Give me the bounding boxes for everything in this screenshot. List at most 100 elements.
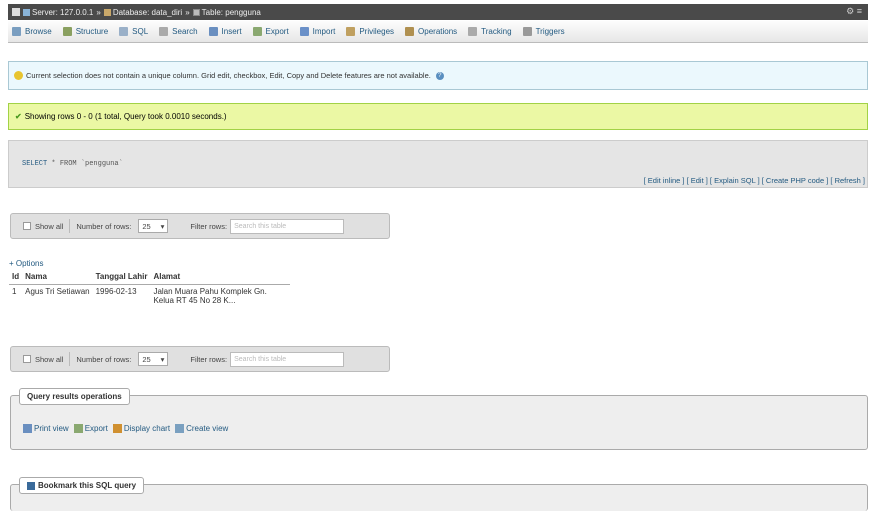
filter-input[interactable]: Search this table <box>230 351 345 367</box>
display-chart-link[interactable]: Display chart <box>112 424 171 433</box>
create-view-link[interactable]: Create view <box>175 424 228 433</box>
collapse-icon[interactable] <box>12 8 20 16</box>
filter-input[interactable]: Search this table <box>230 218 345 234</box>
filter-label: Filter rows: <box>190 221 228 231</box>
help-icon[interactable]: ? <box>435 71 444 80</box>
table-cell: 1996-02-13 <box>95 286 137 296</box>
chevron-down-icon: ▾ <box>160 354 165 364</box>
tab-operations[interactable]: Operations <box>405 27 457 36</box>
structure-icon <box>62 27 72 36</box>
server-icon <box>23 8 30 16</box>
results-table: Id Nama Tanggal Lahir Alamat 1 Agus Tri Seti… <box>9 270 291 307</box>
op-label: Export <box>84 424 108 433</box>
tab-browse[interactable]: Browse <box>12 27 52 36</box>
sql-icon <box>119 27 129 36</box>
print-icon <box>23 424 32 433</box>
notice-text: Current selection does not contain a uni… <box>26 71 431 80</box>
tab-label: Operations <box>418 27 458 36</box>
search-icon <box>159 27 169 36</box>
rows-label: Number of rows: <box>76 221 132 231</box>
column-header[interactable]: Tanggal Lahir <box>92 270 151 285</box>
breadcrumb-table[interactable]: Table: pengguna <box>202 8 261 17</box>
browse-icon <box>12 27 21 36</box>
rows-value: 25 <box>142 354 151 364</box>
rows-select[interactable]: 25 ▾ <box>138 219 169 233</box>
breadcrumb-database[interactable]: Database: data_diri <box>113 8 182 17</box>
success-text: Showing rows 0 - 0 (1 total, Query took … <box>24 112 227 121</box>
tab-label: Browse <box>25 27 52 36</box>
rows-label: Number of rows: <box>76 354 132 364</box>
export-icon <box>73 424 83 433</box>
table-cell: Jalan Muara Pahu Komplek Gn. Kelua RT 45… <box>153 286 267 305</box>
table-cell: Agus Tri Setiawan <box>25 286 90 296</box>
sql-query-box: SELECT * FROM `pengguna` [ Edit inline ]… <box>8 140 868 188</box>
tab-insert[interactable]: Insert <box>208 27 242 36</box>
print-view-link[interactable]: Print view <box>23 424 69 433</box>
column-header[interactable]: Id <box>9 270 23 285</box>
show-all-label: Show all <box>35 221 64 231</box>
export-link[interactable]: Export <box>73 424 108 433</box>
tab-label: Search <box>172 27 198 36</box>
success-check-icon: ✔ <box>15 112 22 121</box>
tab-label: Import <box>312 27 336 36</box>
table-cell: 1 <box>12 286 17 296</box>
divider <box>69 352 71 366</box>
insert-icon <box>208 27 218 36</box>
rows-value: 25 <box>142 221 151 231</box>
table-icon <box>192 8 200 16</box>
sql-query-text[interactable]: SELECT * FROM `pengguna` <box>22 160 123 168</box>
show-all-checkbox[interactable] <box>23 355 31 363</box>
query-ops-legend: Query results operations <box>19 388 130 405</box>
tab-tracking[interactable]: Tracking <box>468 27 512 36</box>
navigation-bar-bottom: Show all Number of rows: 25 ▾ Filter rows… <box>10 346 390 372</box>
header-row: Id Nama Tanggal Lahir Alamat <box>9 270 291 285</box>
tab-label: Export <box>265 27 289 36</box>
op-label: Print view <box>34 424 69 433</box>
operations-icon <box>405 27 415 36</box>
bookmark-fieldset: Bookmark this SQL query <box>10 477 868 511</box>
import-icon <box>299 27 309 36</box>
privileges-icon <box>346 27 356 36</box>
notice-icon <box>14 71 23 80</box>
show-all-label: Show all <box>35 354 64 364</box>
view-icon <box>175 424 185 433</box>
navigation-bar-top: Show all Number of rows: 25 ▾ Filter rows… <box>10 213 390 239</box>
tab-import[interactable]: Import <box>299 27 336 36</box>
sql-query-rest: * FROM `pengguna` <box>47 160 123 168</box>
tab-privileges[interactable]: Privileges <box>346 27 394 36</box>
op-label: Display chart <box>123 424 171 433</box>
tab-search[interactable]: Search <box>159 27 198 36</box>
tab-export[interactable]: Export <box>252 27 289 36</box>
success-message: ✔ Showing rows 0 - 0 (1 total, Query too… <box>8 103 868 130</box>
sql-action-links[interactable]: [ Edit inline ] [ Edit ] [ Explain SQL ]… <box>644 176 865 185</box>
tracking-icon <box>468 27 478 36</box>
breadcrumb-bar: Server: 127.0.0.1 » Database: data_diri … <box>8 4 868 20</box>
database-icon <box>103 8 111 16</box>
tab-triggers[interactable]: Triggers <box>522 27 565 36</box>
bookmark-legend-text: Bookmark this SQL query <box>38 481 137 490</box>
breadcrumb-separator: » <box>96 7 101 17</box>
query-ops-list: Print view Export Display chart Create view <box>23 424 233 433</box>
options-toggle[interactable]: + Options <box>9 259 43 268</box>
rows-select[interactable]: 25 ▾ <box>138 352 169 366</box>
tab-label: Structure <box>75 27 109 36</box>
gear-icon[interactable]: ⚙ ≡ <box>846 6 862 17</box>
tab-sql[interactable]: SQL <box>119 27 148 36</box>
column-header[interactable]: Nama <box>22 270 93 285</box>
triggers-icon <box>522 27 532 36</box>
tab-structure[interactable]: Structure <box>62 27 109 36</box>
info-notice: Current selection does not contain a uni… <box>8 61 868 90</box>
divider <box>69 219 71 233</box>
chart-icon <box>112 424 122 433</box>
breadcrumb-server[interactable]: Server: 127.0.0.1 <box>32 8 93 17</box>
show-all-checkbox[interactable] <box>23 222 31 230</box>
bookmark-legend[interactable]: Bookmark this SQL query <box>19 477 145 494</box>
table-row: 1 Agus Tri Setiawan 1996-02-13 Jalan Muara … <box>9 284 290 307</box>
column-header[interactable]: Alamat <box>150 270 291 285</box>
tab-label: Insert <box>221 27 242 36</box>
bookmark-icon <box>27 481 35 490</box>
sql-keyword: SELECT <box>22 160 48 168</box>
tab-label: SQL <box>132 27 149 36</box>
filter-label: Filter rows: <box>190 354 228 364</box>
tab-bar: Browse Structure SQL Search Insert Export Impo… <box>8 21 868 43</box>
